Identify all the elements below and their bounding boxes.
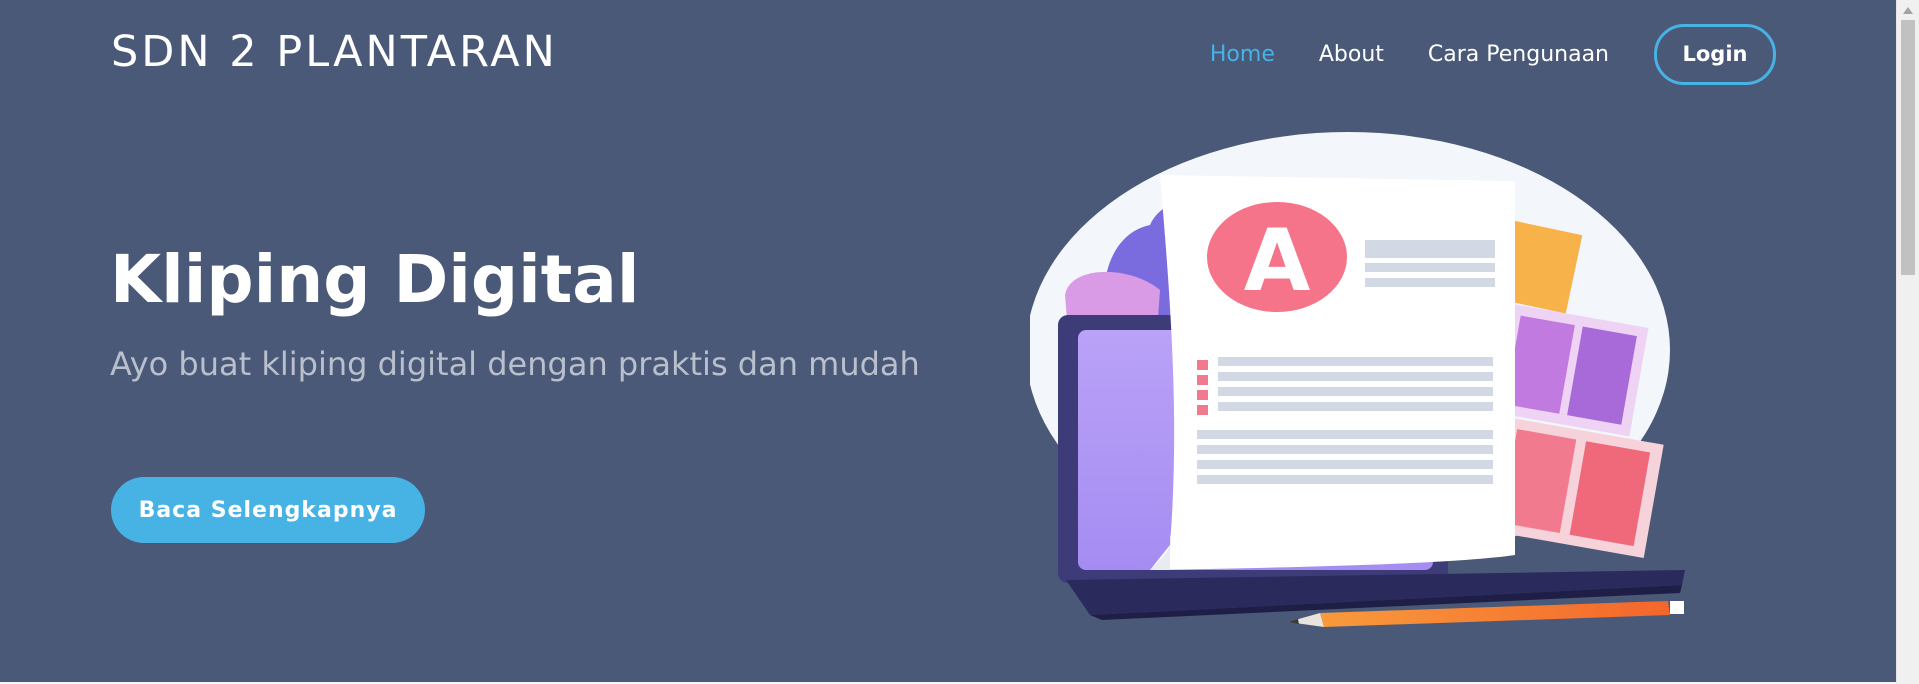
pencil-tip xyxy=(1288,613,1324,627)
read-more-button[interactable]: Baca Selengkapnya xyxy=(111,477,425,543)
bullet-marker xyxy=(1197,390,1208,400)
site-logo[interactable]: SDN 2 PLANTARAN xyxy=(111,26,558,78)
doc-line xyxy=(1365,240,1495,258)
vertical-scrollbar[interactable] xyxy=(1896,0,1919,684)
hero-illustration: A xyxy=(1030,132,1685,627)
letter-a-glyph: A xyxy=(1244,211,1311,311)
bullet-marker xyxy=(1197,375,1208,385)
nav-link-about[interactable]: About xyxy=(1319,42,1384,67)
bullet-marker xyxy=(1197,360,1208,370)
pencil-lead xyxy=(1288,619,1299,624)
doc-line xyxy=(1365,263,1495,272)
hero-section: SDN 2 PLANTARAN Home About Cara Pengunaa… xyxy=(0,0,1896,682)
nav-link-cara-pengunaan[interactable]: Cara Pengunaan xyxy=(1428,42,1609,67)
page: SDN 2 PLANTARAN Home About Cara Pengunaa… xyxy=(0,0,1919,684)
hero-title: Kliping Digital xyxy=(110,241,640,318)
doc-line xyxy=(1197,430,1493,439)
doc-line xyxy=(1218,372,1493,381)
nav-link-home[interactable]: Home xyxy=(1210,42,1275,67)
doc-line xyxy=(1218,357,1493,366)
doc-line xyxy=(1218,387,1493,396)
pencil-eraser xyxy=(1670,601,1684,614)
scrollbar-thumb[interactable] xyxy=(1901,20,1915,275)
scroll-up-arrow-icon[interactable] xyxy=(1903,7,1913,14)
hero-subtitle: Ayo buat kliping digital dengan praktis … xyxy=(110,345,920,383)
doc-line xyxy=(1365,278,1495,287)
doc-line xyxy=(1197,460,1493,469)
doc-line xyxy=(1197,445,1493,454)
login-button[interactable]: Login xyxy=(1654,23,1776,85)
doc-line xyxy=(1218,402,1493,411)
bullet-marker xyxy=(1197,405,1208,415)
main-nav: Home About Cara Pengunaan Login xyxy=(1166,23,1776,85)
doc-line xyxy=(1197,475,1493,484)
